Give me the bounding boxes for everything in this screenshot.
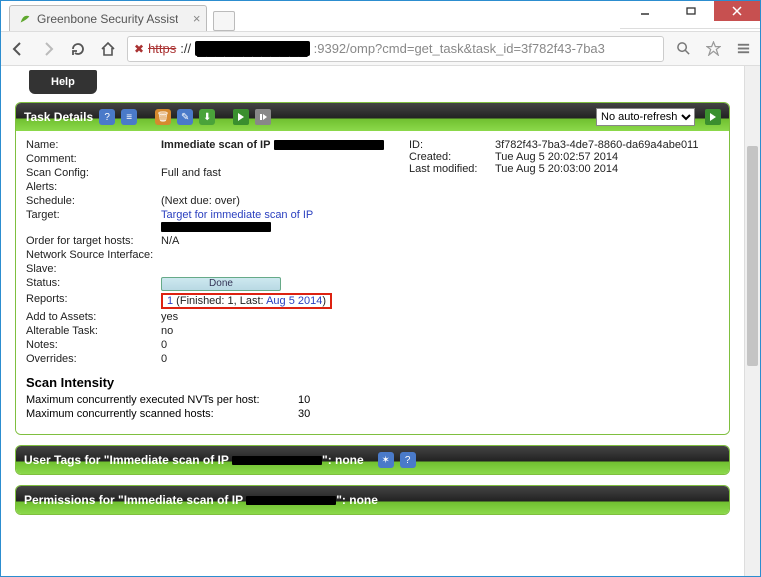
label-add-assets: Add to Assets: <box>26 311 161 323</box>
label-hosts: Maximum concurrently scanned hosts: <box>26 408 298 420</box>
back-button[interactable] <box>7 38 29 60</box>
value-created: Tue Aug 5 20:02:57 2014 <box>495 151 618 163</box>
link-reports-date[interactable]: Aug 5 2014 <box>266 295 322 307</box>
value-add-assets: yes <box>161 311 719 323</box>
edit-icon[interactable]: ✎ <box>177 109 193 125</box>
reload-button[interactable] <box>67 38 89 60</box>
browser-tab[interactable]: Greenbone Security Assist × <box>9 5 207 31</box>
url-host-redacted: ████████████ <box>195 41 310 56</box>
list-icon[interactable]: ≡ <box>121 109 137 125</box>
close-button[interactable] <box>714 1 760 21</box>
label-nvts: Maximum concurrently executed NVTs per h… <box>26 394 298 406</box>
link-overrides[interactable]: 0 <box>161 353 719 365</box>
task-details-panel: Task Details ? ≡ 🗑 ✎ ⬇ No auto-refresh <box>15 102 730 435</box>
search-icon[interactable] <box>672 38 694 60</box>
permissions-ip-redacted <box>246 496 336 505</box>
url-path: :9392/omp?cmd=get_task&task_id=3f782f43-… <box>314 41 605 56</box>
permissions-title: Permissions for "Immediate scan of IP <box>24 493 243 507</box>
label-name: Name: <box>26 139 161 151</box>
url-protocol: https <box>148 41 176 56</box>
label-status: Status: <box>26 277 161 291</box>
label-modified: Last modified: <box>409 163 489 175</box>
start-icon[interactable] <box>233 109 249 125</box>
label-slave: Slave: <box>26 263 161 275</box>
value-schedule: (Next due: over) <box>161 195 389 207</box>
minimize-button[interactable] <box>622 1 668 21</box>
address-bar[interactable]: ✖ https :// ████████████ :9392/omp?cmd=g… <box>127 36 664 62</box>
greenbone-icon <box>18 12 32 26</box>
user-tags-panel: User Tags for "Immediate scan of IP ": n… <box>15 445 730 475</box>
label-notes: Notes: <box>26 339 161 351</box>
label-id: ID: <box>409 139 489 151</box>
scroll-thumb[interactable] <box>747 146 758 366</box>
refresh-select[interactable]: No auto-refresh <box>596 108 695 126</box>
home-button[interactable] <box>97 38 119 60</box>
permissions-panel: Permissions for "Immediate scan of IP ":… <box>15 485 730 515</box>
value-name: Immediate scan of IP <box>161 139 270 151</box>
bookmark-icon[interactable] <box>702 38 724 60</box>
value-modified: Tue Aug 5 20:03:00 2014 <box>495 163 618 175</box>
forward-button[interactable] <box>37 38 59 60</box>
value-nvts: 10 <box>298 394 310 406</box>
menu-icon[interactable] <box>732 38 754 60</box>
delete-icon[interactable]: 🗑 <box>155 109 171 125</box>
tab-close-icon[interactable]: × <box>193 11 201 26</box>
user-tags-ip-redacted <box>232 456 322 465</box>
label-created: Created: <box>409 151 489 163</box>
value-alterable: no <box>161 325 719 337</box>
add-tag-icon[interactable]: ✶ <box>378 452 394 468</box>
link-notes[interactable]: 0 <box>161 339 719 351</box>
refresh-go-icon[interactable] <box>705 109 721 125</box>
vertical-scrollbar[interactable] <box>744 66 760 576</box>
user-tags-title: User Tags for "Immediate scan of IP <box>24 453 229 467</box>
label-target: Target: <box>26 209 161 233</box>
label-netif: Network Source Interface: <box>26 249 161 261</box>
value-hosts: 30 <box>298 408 310 420</box>
label-comment: Comment: <box>26 153 161 165</box>
panel-title: Task Details <box>24 110 93 124</box>
new-tab-button[interactable] <box>213 11 235 31</box>
label-overrides: Overrides: <box>26 353 161 365</box>
reports-highlight: 1 (Finished: 1, Last: Aug 5 2014) <box>161 293 332 309</box>
insecure-icon: ✖ <box>134 42 144 56</box>
help-menu[interactable]: Help <box>29 70 97 94</box>
label-reports: Reports: <box>26 293 161 309</box>
export-icon[interactable]: ⬇ <box>199 109 215 125</box>
resume-icon[interactable] <box>255 109 271 125</box>
help-icon[interactable]: ? <box>99 109 115 125</box>
link-scan-config[interactable]: Full and fast <box>161 167 389 179</box>
label-scan-config: Scan Config: <box>26 167 161 179</box>
label-order: Order for target hosts: <box>26 235 161 247</box>
value-order: N/A <box>161 235 719 247</box>
maximize-button[interactable] <box>668 1 714 21</box>
help-icon[interactable]: ? <box>400 452 416 468</box>
ip-redacted <box>274 140 384 150</box>
link-target[interactable]: Target for immediate scan of IP <box>161 209 313 221</box>
tab-title: Greenbone Security Assist <box>37 12 178 26</box>
label-alterable: Alterable Task: <box>26 325 161 337</box>
target-ip-redacted <box>161 222 271 232</box>
heading-scan-intensity: Scan Intensity <box>26 375 719 390</box>
panel-header: Task Details ? ≡ 🗑 ✎ ⬇ No auto-refresh <box>16 103 729 131</box>
label-alerts: Alerts: <box>26 181 161 193</box>
status-badge: Done <box>161 277 281 291</box>
label-schedule: Schedule: <box>26 195 161 207</box>
value-id: 3f782f43-7ba3-4de7-8860-da69a4abe011 <box>495 139 698 151</box>
